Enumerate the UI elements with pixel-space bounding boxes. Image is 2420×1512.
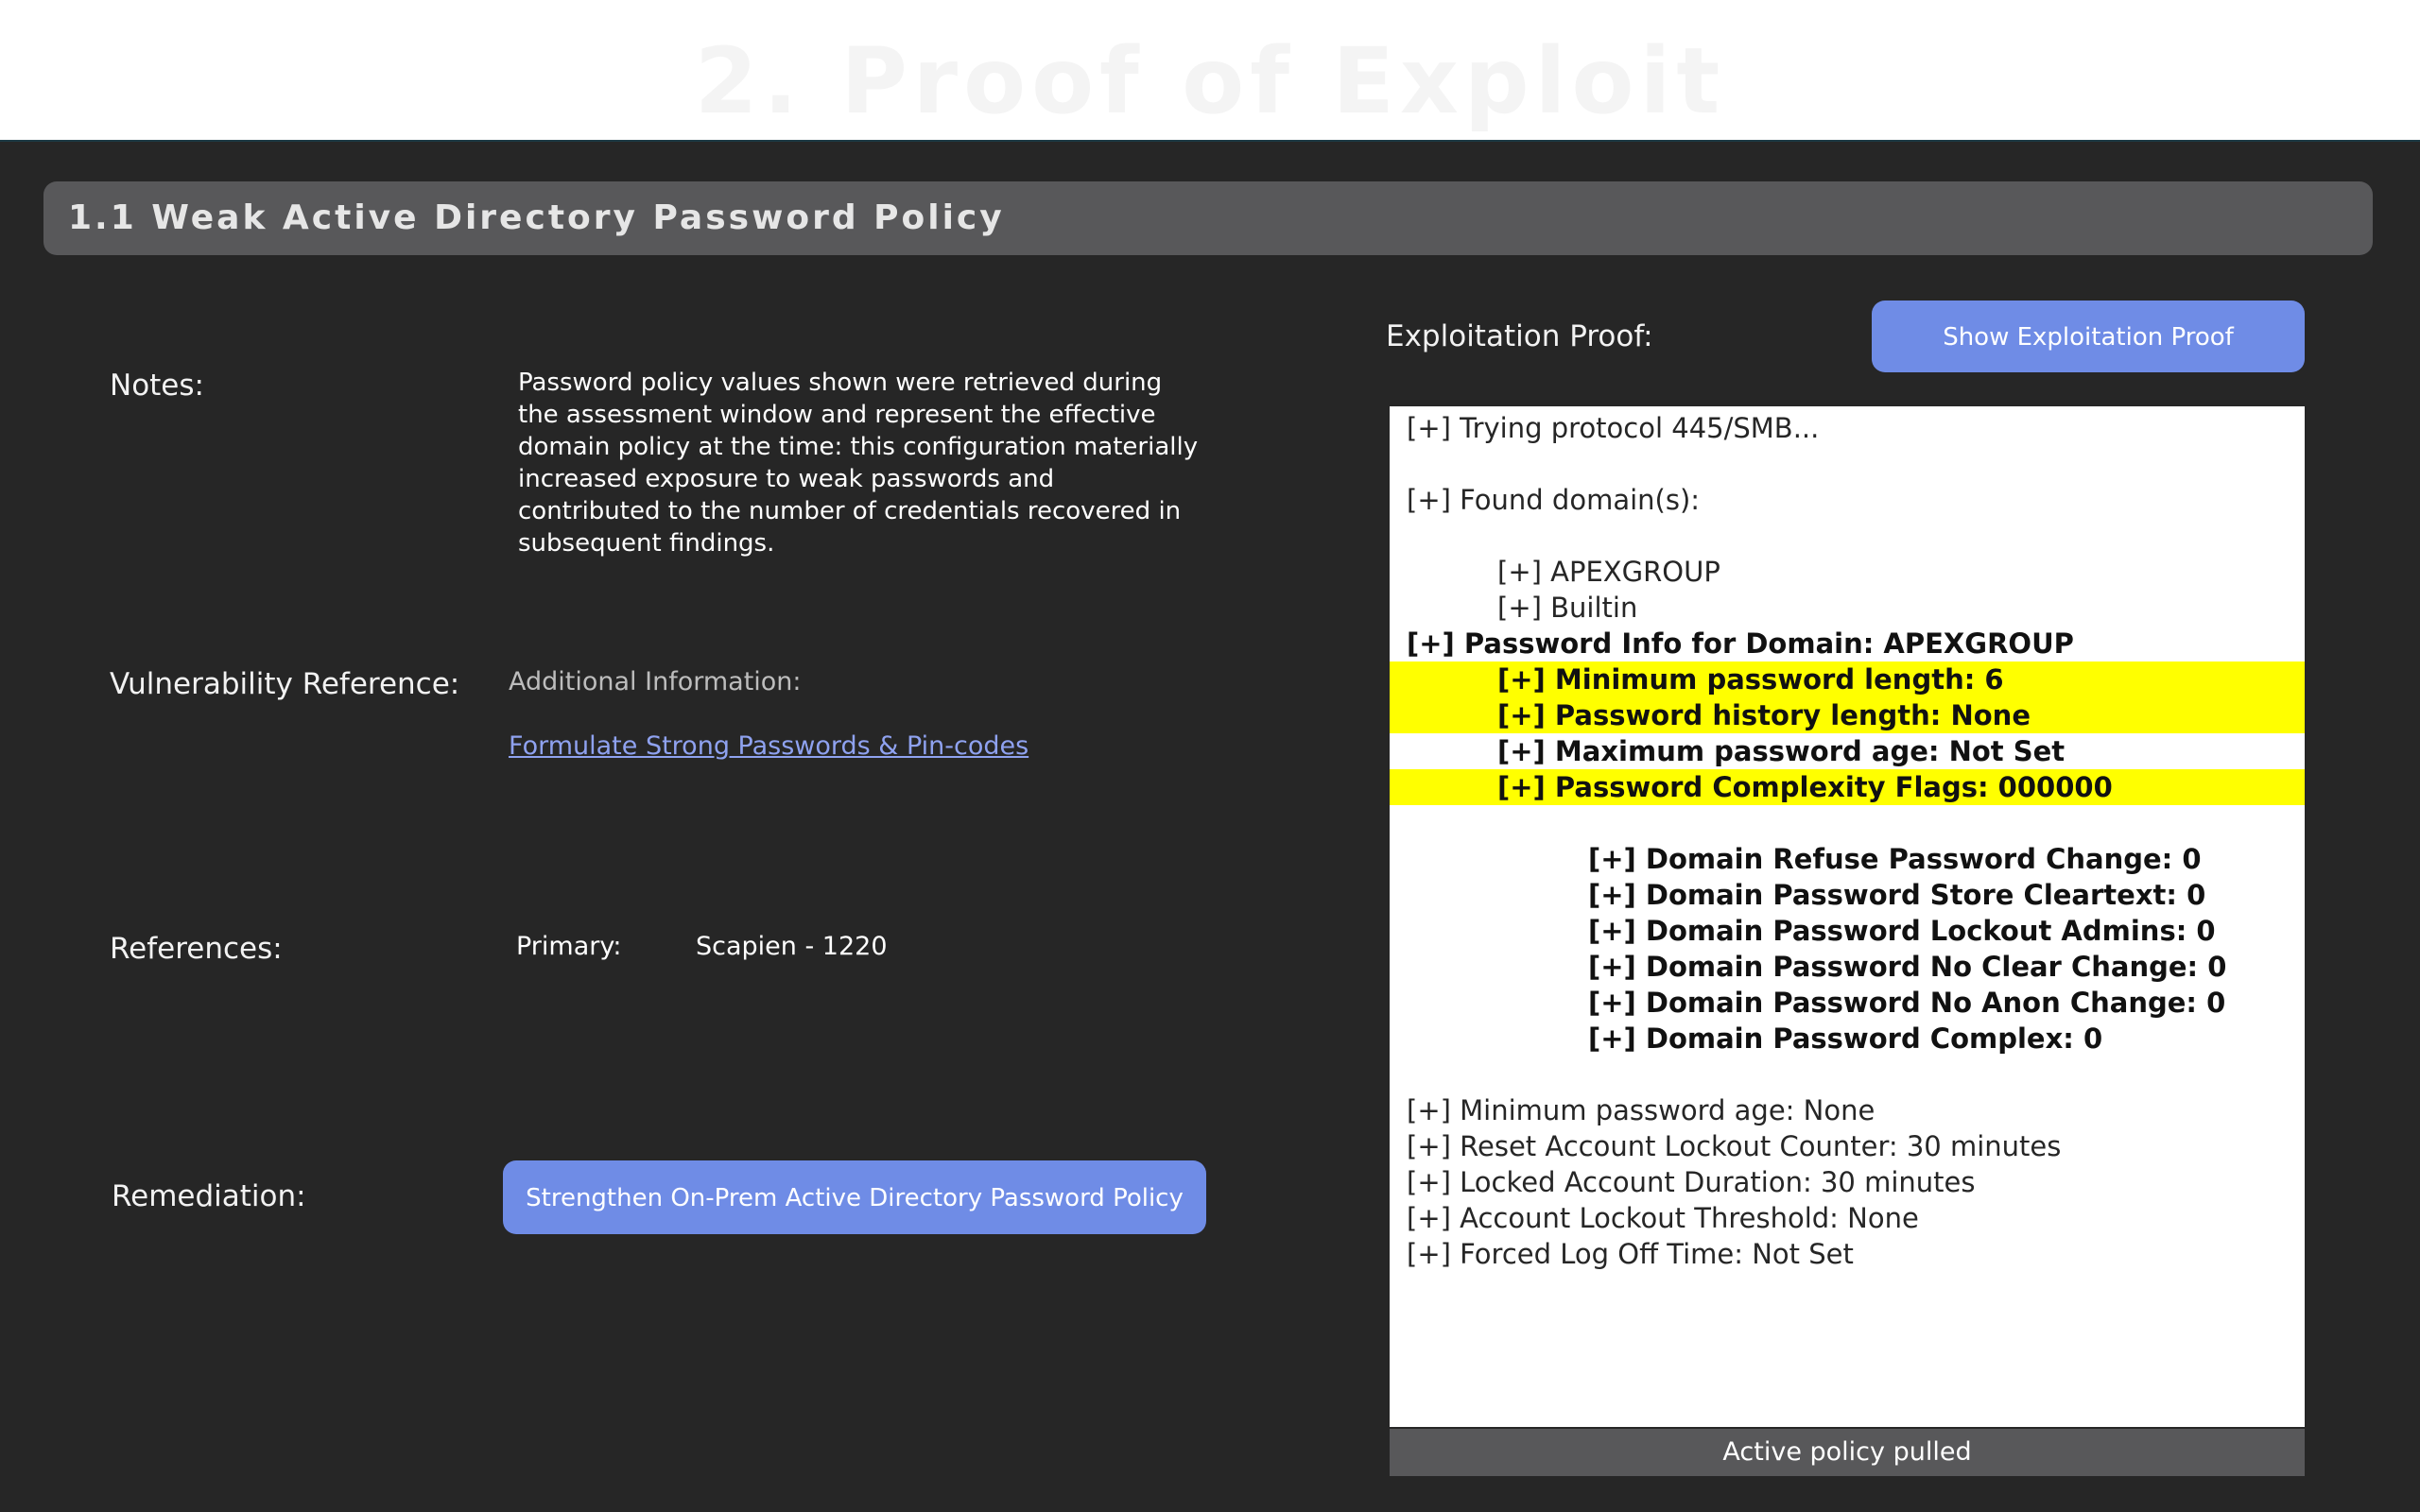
section-header: 1.1 Weak Active Directory Password Polic… xyxy=(43,181,2373,255)
proof-line: [+] Trying protocol 445/SMB... xyxy=(1407,412,1820,444)
proof-line: [+] Builtin xyxy=(1497,592,1638,624)
proof-line: [+] Domain Password Store Cleartext: 0 xyxy=(1588,879,2206,911)
section-title: 1.1 Weak Active Directory Password Polic… xyxy=(68,198,1005,237)
exploitation-proof-label: Exploitation Proof: xyxy=(1386,319,1653,353)
vulnerability-reference-link[interactable]: Formulate Strong Passwords & Pin-codes xyxy=(509,731,1028,761)
proof-line: [+] Password history length: None xyxy=(1390,697,2305,733)
proof-line: [+] Forced Log Off Time: Not Set xyxy=(1407,1238,1854,1270)
proof-line: [+] Reset Account Lockout Counter: 30 mi… xyxy=(1407,1130,2062,1162)
proof-line: [+] Minimum password length: 6 xyxy=(1390,662,2305,697)
proof-line: [+] Domain Password Complex: 0 xyxy=(1588,1022,2103,1055)
exploitation-proof-output: [+] Trying protocol 445/SMB... [+] Found … xyxy=(1390,406,2305,1427)
primary-reference-value: Scapien - 1220 xyxy=(696,932,888,961)
proof-line: [+] APEXGROUP xyxy=(1497,556,1720,588)
vulnerability-reference-label: Vulnerability Reference: xyxy=(110,667,460,701)
remediation-button[interactable]: Strengthen On-Prem Active Directory Pass… xyxy=(503,1160,1206,1234)
proof-line: [+] Domain Refuse Password Change: 0 xyxy=(1588,843,2202,875)
proof-line: [+] Password Info for Domain: APEXGROUP xyxy=(1407,627,2074,660)
primary-reference-label: Primary: xyxy=(516,932,622,961)
proof-line: [+] Domain Password Lockout Admins: 0 xyxy=(1588,915,2216,947)
proof-line: [+] Password Complexity Flags: 000000 xyxy=(1390,769,2305,805)
proof-line: [+] Locked Account Duration: 30 minutes xyxy=(1407,1166,1976,1198)
additional-information-label: Additional Information: xyxy=(509,667,802,696)
proof-line: [+] Maximum password age: Not Set xyxy=(1497,735,2066,767)
page-header: 2. Proof of Exploit xyxy=(0,0,2420,142)
exploitation-proof-footer: Active policy pulled xyxy=(1390,1429,2305,1476)
notes-text: Password policy values shown were retrie… xyxy=(518,369,1199,558)
proof-line: [+] Domain Password No Anon Change: 0 xyxy=(1588,987,2226,1019)
page-title: 2. Proof of Exploit xyxy=(694,28,1726,134)
proof-line: [+] Domain Password No Clear Change: 0 xyxy=(1588,951,2227,983)
proof-line: [+] Minimum password age: None xyxy=(1407,1094,1876,1126)
finding-panel: 1.1 Weak Active Directory Password Polic… xyxy=(0,140,2420,1512)
show-exploitation-proof-button[interactable]: Show Exploitation Proof xyxy=(1872,301,2305,372)
notes-label: Notes: xyxy=(110,369,204,403)
proof-line: [+] Found domain(s): xyxy=(1407,484,1701,516)
proof-line: [+] Account Lockout Threshold: None xyxy=(1407,1202,1919,1234)
references-label: References: xyxy=(110,932,283,966)
remediation-label: Remediation: xyxy=(112,1179,306,1213)
